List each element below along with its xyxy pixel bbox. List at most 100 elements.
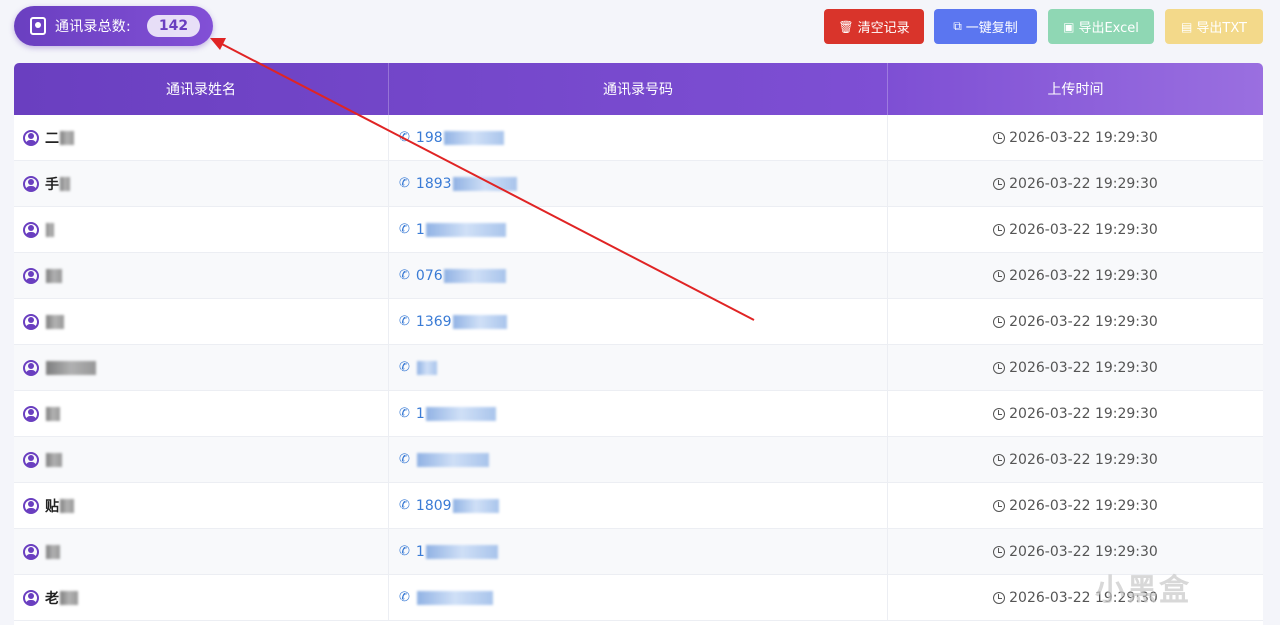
upload-time-cell: 2026-03-22 19:29:30	[888, 161, 1263, 206]
redacted-mask	[46, 360, 96, 375]
clear-records-button[interactable]: 🗑 清空记录	[824, 9, 924, 44]
contact-phone-cell: ✆ 198	[389, 115, 888, 160]
phone-icon: ✆	[399, 130, 410, 145]
upload-time-cell: 2026-03-22 19:29:30	[888, 483, 1263, 528]
redacted-mask	[46, 268, 62, 283]
contact-phone: 1893	[415, 175, 452, 192]
clock-icon	[993, 453, 1006, 466]
redacted-mask	[452, 176, 517, 191]
contact-name-cell: 老	[14, 575, 389, 620]
contact-name-cell	[14, 207, 389, 252]
clock-icon	[993, 269, 1006, 282]
contacts-total-badge: 142	[146, 15, 201, 37]
contact-name: 手	[45, 176, 59, 193]
user-icon	[23, 313, 39, 330]
column-header-name[interactable]: 通讯录姓名	[14, 63, 389, 115]
user-icon	[23, 267, 39, 284]
redacted-mask	[452, 498, 499, 513]
table-row: ✆ 2026-03-22 19:29:30	[14, 437, 1263, 483]
contact-phone: 1809	[415, 497, 452, 514]
redacted-mask	[60, 176, 70, 191]
column-header-upload-time[interactable]: 上传时间	[888, 63, 1263, 115]
table-row: 老 ✆ 2026-03-22 19:29:30	[14, 575, 1263, 621]
redacted-mask	[46, 314, 64, 329]
table-body: 二 ✆ 198 2026-03-22 19:29:30 手 ✆ 1893 2026-03-22…	[14, 115, 1263, 621]
user-icon	[23, 129, 39, 146]
phone-icon: ✆	[399, 176, 410, 191]
contact-name-cell	[14, 345, 389, 390]
redacted-mask	[425, 406, 496, 421]
table-row: ✆ 1 2026-03-22 19:29:30	[14, 207, 1263, 253]
upload-time-cell: 2026-03-22 19:29:30	[888, 391, 1263, 436]
redacted-mask	[425, 222, 506, 237]
phone-icon: ✆	[399, 590, 410, 605]
upload-time-cell: 2026-03-22 19:29:30	[888, 575, 1263, 620]
contact-name-cell	[14, 437, 389, 482]
export-txt-button[interactable]: ▤ 导出TXT	[1165, 9, 1263, 44]
clock-icon	[993, 499, 1006, 512]
upload-time-cell: 2026-03-22 19:29:30	[888, 253, 1263, 298]
copy-all-button[interactable]: ⧉ 一键复制	[934, 9, 1037, 44]
contacts-total-pill: 通讯录总数: 142	[14, 6, 213, 46]
contact-phone-cell: ✆ 1	[389, 207, 888, 252]
contact-name-cell	[14, 299, 389, 344]
clear-records-label: 清空记录	[857, 21, 910, 36]
redacted-mask	[416, 590, 493, 605]
table-header: 通讯录姓名 通讯录号码 上传时间	[14, 63, 1263, 115]
upload-time-cell: 2026-03-22 19:29:30	[888, 437, 1263, 482]
contact-phone: 1	[415, 221, 425, 238]
upload-time: 2026-03-22 19:29:30	[1009, 543, 1158, 560]
top-bar: 通讯录总数: 142 🗑 清空记录 ⧉ 一键复制 ▣ 导出Excel ▤ 导出T…	[0, 0, 1280, 60]
contact-phone-cell: ✆ 076	[389, 253, 888, 298]
upload-time: 2026-03-22 19:29:30	[1009, 267, 1158, 284]
export-excel-button[interactable]: ▣ 导出Excel	[1048, 9, 1154, 44]
contact-name-cell: 二	[14, 115, 389, 160]
clock-icon	[993, 361, 1006, 374]
user-icon	[23, 451, 39, 468]
phone-icon: ✆	[399, 452, 410, 467]
phone-icon: ✆	[399, 544, 410, 559]
redacted-mask	[60, 590, 78, 605]
upload-time: 2026-03-22 19:29:30	[1009, 175, 1158, 192]
trash-icon: 🗑	[838, 19, 854, 34]
user-icon	[23, 405, 39, 422]
table-row: ✆ 1369 2026-03-22 19:29:30	[14, 299, 1263, 345]
column-header-phone[interactable]: 通讯录号码	[389, 63, 888, 115]
phone-icon: ✆	[399, 222, 410, 237]
contact-phone-cell: ✆	[389, 345, 888, 390]
user-icon	[23, 359, 39, 376]
text-file-icon: ▤	[1181, 19, 1193, 34]
table-row: ✆ 1 2026-03-22 19:29:30	[14, 391, 1263, 437]
contact-phone-cell: ✆ 1893	[389, 161, 888, 206]
redacted-mask	[443, 268, 506, 283]
contact-phone-cell: ✆	[389, 575, 888, 620]
table-row: 二 ✆ 198 2026-03-22 19:29:30	[14, 115, 1263, 161]
copy-all-label: 一键复制	[965, 21, 1018, 36]
redacted-mask	[60, 498, 74, 513]
contact-name: 贴	[45, 498, 59, 515]
redacted-mask	[46, 544, 60, 559]
user-icon	[23, 221, 39, 238]
upload-time-cell: 2026-03-22 19:29:30	[888, 115, 1263, 160]
contact-phone: 1	[415, 405, 425, 422]
upload-time: 2026-03-22 19:29:30	[1009, 451, 1158, 468]
redacted-mask	[60, 130, 74, 145]
redacted-mask	[443, 130, 504, 145]
upload-time-cell: 2026-03-22 19:29:30	[888, 207, 1263, 252]
contact-phone-cell: ✆ 1369	[389, 299, 888, 344]
phone-icon: ✆	[399, 314, 410, 329]
user-icon	[23, 543, 39, 560]
phone-icon: ✆	[399, 406, 410, 421]
redacted-mask	[416, 360, 437, 375]
contact-name-cell	[14, 529, 389, 574]
contact-phone-cell: ✆ 1	[389, 391, 888, 436]
contact-book-icon	[30, 17, 46, 35]
upload-time-cell: 2026-03-22 19:29:30	[888, 345, 1263, 390]
contacts-table: 通讯录姓名 通讯录号码 上传时间 二 ✆ 198 2026-03-22 19:29:3…	[14, 63, 1263, 625]
redacted-mask	[425, 544, 498, 559]
export-excel-label: 导出Excel	[1078, 21, 1139, 36]
user-icon	[23, 589, 39, 606]
copy-icon: ⧉	[953, 19, 962, 33]
table-row: ✆ 1 2026-03-22 19:29:30	[14, 529, 1263, 575]
contact-phone: 1	[415, 543, 425, 560]
